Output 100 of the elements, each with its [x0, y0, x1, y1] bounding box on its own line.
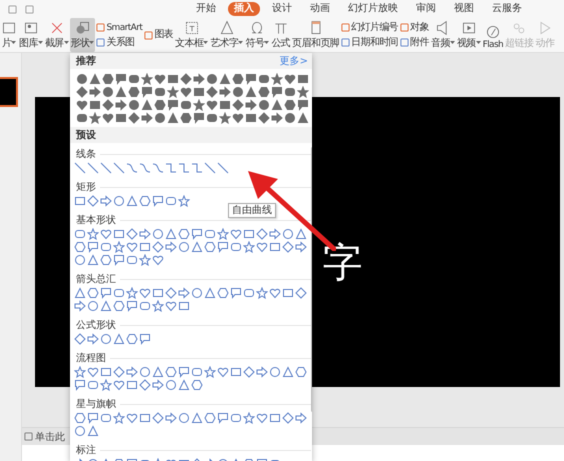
arrow-shape-icon[interactable] [139, 228, 151, 240]
arrow-shape-icon[interactable] [152, 379, 164, 391]
heart-shape-icon[interactable] [217, 366, 229, 378]
rectangle-shape-icon[interactable] [297, 73, 309, 85]
arrow-shape-icon[interactable] [87, 333, 99, 345]
rounded-rectangle-shape-icon[interactable] [87, 379, 99, 391]
rounded-rectangle-shape-icon[interactable] [191, 366, 203, 378]
rectangle-shape-icon[interactable] [126, 379, 138, 391]
arrow-shape-icon[interactable] [126, 366, 138, 378]
menu-tab[interactable]: 云服务 [486, 2, 528, 16]
callout-shape-icon[interactable] [141, 86, 153, 98]
rectangle-shape-icon[interactable] [139, 412, 151, 424]
rectangle-shape-icon[interactable] [167, 73, 179, 85]
toolbar-button[interactable]: SmartArt [96, 22, 142, 34]
callout-shape-icon[interactable] [271, 86, 283, 98]
toolbar-button[interactable]: 附件 [400, 36, 429, 48]
star-shape-icon[interactable] [217, 228, 229, 240]
rectangle-shape-icon[interactable] [113, 228, 125, 240]
arrow-shape-icon[interactable] [269, 228, 281, 240]
toolbar-button[interactable]: 日期和时间 [341, 36, 398, 48]
rectangle-shape-icon[interactable] [100, 366, 112, 378]
arrow-shape-icon[interactable] [100, 195, 112, 207]
elbow-connector-shape-icon[interactable] [178, 162, 190, 174]
rectangle-shape-icon[interactable] [245, 112, 257, 124]
toolbar-button[interactable]: Flash [482, 18, 504, 52]
hexagon-shape-icon[interactable] [284, 99, 296, 111]
arrow-shape-icon[interactable] [245, 99, 257, 111]
rounded-rectangle-shape-icon[interactable] [284, 86, 296, 98]
triangle-shape-icon[interactable] [245, 86, 257, 98]
arrow-shape-icon[interactable] [115, 99, 127, 111]
callout-shape-icon[interactable] [191, 228, 203, 240]
circle-shape-icon[interactable] [269, 366, 281, 378]
menu-tab[interactable]: 动画 [304, 2, 336, 16]
diamond-shape-icon[interactable] [102, 99, 114, 111]
triangle-shape-icon[interactable] [87, 425, 99, 437]
circle-shape-icon[interactable] [100, 333, 112, 345]
toolbar-button[interactable]: 符号 [244, 18, 270, 52]
triangle-shape-icon[interactable] [126, 195, 138, 207]
star-shape-icon[interactable] [100, 379, 112, 391]
star-shape-icon[interactable] [113, 412, 125, 424]
arrow-shape-icon[interactable] [256, 366, 268, 378]
circle-shape-icon[interactable] [178, 412, 190, 424]
line-shape-icon[interactable] [217, 162, 229, 174]
toolbar-button[interactable]: 截屏 [44, 18, 70, 52]
triangle-shape-icon[interactable] [74, 287, 86, 299]
curved-connector-shape-icon[interactable] [152, 162, 164, 174]
heart-shape-icon[interactable] [154, 73, 166, 85]
circle-shape-icon[interactable] [152, 228, 164, 240]
circle-shape-icon[interactable] [76, 73, 88, 85]
callout-shape-icon[interactable] [167, 99, 179, 111]
line-shape-icon[interactable] [87, 162, 99, 174]
triangle-shape-icon[interactable] [141, 99, 153, 111]
circle-shape-icon[interactable] [206, 73, 218, 85]
rectangle-shape-icon[interactable] [139, 241, 151, 253]
toolbar-button[interactable]: 艺术字 [209, 18, 244, 52]
callout-shape-icon[interactable] [217, 241, 229, 253]
heart-shape-icon[interactable] [76, 99, 88, 111]
diamond-shape-icon[interactable] [282, 412, 294, 424]
callout-shape-icon[interactable] [217, 412, 229, 424]
callout-shape-icon[interactable] [178, 366, 190, 378]
triangle-shape-icon[interactable] [167, 112, 179, 124]
heart-shape-icon[interactable] [152, 254, 164, 266]
diamond-shape-icon[interactable] [165, 287, 177, 299]
callout-shape-icon[interactable] [87, 412, 99, 424]
hexagon-shape-icon[interactable] [102, 73, 114, 85]
heart-shape-icon[interactable] [180, 86, 192, 98]
hexagon-shape-icon[interactable] [139, 195, 151, 207]
triangle-shape-icon[interactable] [219, 73, 231, 85]
line-shape-icon[interactable] [100, 162, 112, 174]
rounded-rectangle-shape-icon[interactable] [128, 73, 140, 85]
circle-shape-icon[interactable] [154, 112, 166, 124]
triangle-shape-icon[interactable] [191, 412, 203, 424]
toolbar-button[interactable]: 文本框 [174, 18, 210, 52]
rounded-rectangle-shape-icon[interactable] [206, 112, 218, 124]
rectangle-shape-icon[interactable] [193, 86, 205, 98]
diamond-shape-icon[interactable] [256, 228, 268, 240]
hexagon-shape-icon[interactable] [165, 366, 177, 378]
toolbar-button[interactable]: 音频 [430, 18, 456, 52]
star-shape-icon[interactable] [271, 73, 283, 85]
heart-shape-icon[interactable] [232, 112, 244, 124]
hexagon-shape-icon[interactable] [87, 287, 99, 299]
star-shape-icon[interactable] [113, 241, 125, 253]
triangle-shape-icon[interactable] [165, 228, 177, 240]
circle-shape-icon[interactable] [128, 99, 140, 111]
arrow-shape-icon[interactable] [193, 73, 205, 85]
hexagon-shape-icon[interactable] [295, 366, 307, 378]
rectangle-shape-icon[interactable] [74, 195, 86, 207]
curved-connector-shape-icon[interactable] [126, 162, 138, 174]
rectangle-shape-icon[interactable] [219, 99, 231, 111]
arrow-shape-icon[interactable] [271, 112, 283, 124]
rectangle-shape-icon[interactable] [115, 112, 127, 124]
circle-shape-icon[interactable] [87, 300, 99, 312]
diamond-shape-icon[interactable] [282, 241, 294, 253]
circle-shape-icon[interactable] [165, 379, 177, 391]
hexagon-shape-icon[interactable] [204, 412, 216, 424]
line-shape-icon[interactable] [74, 162, 86, 174]
diamond-shape-icon[interactable] [152, 412, 164, 424]
toolbar-button[interactable]: 对象 [400, 22, 429, 34]
arrow-shape-icon[interactable] [178, 287, 190, 299]
arrow-shape-icon[interactable] [74, 300, 86, 312]
